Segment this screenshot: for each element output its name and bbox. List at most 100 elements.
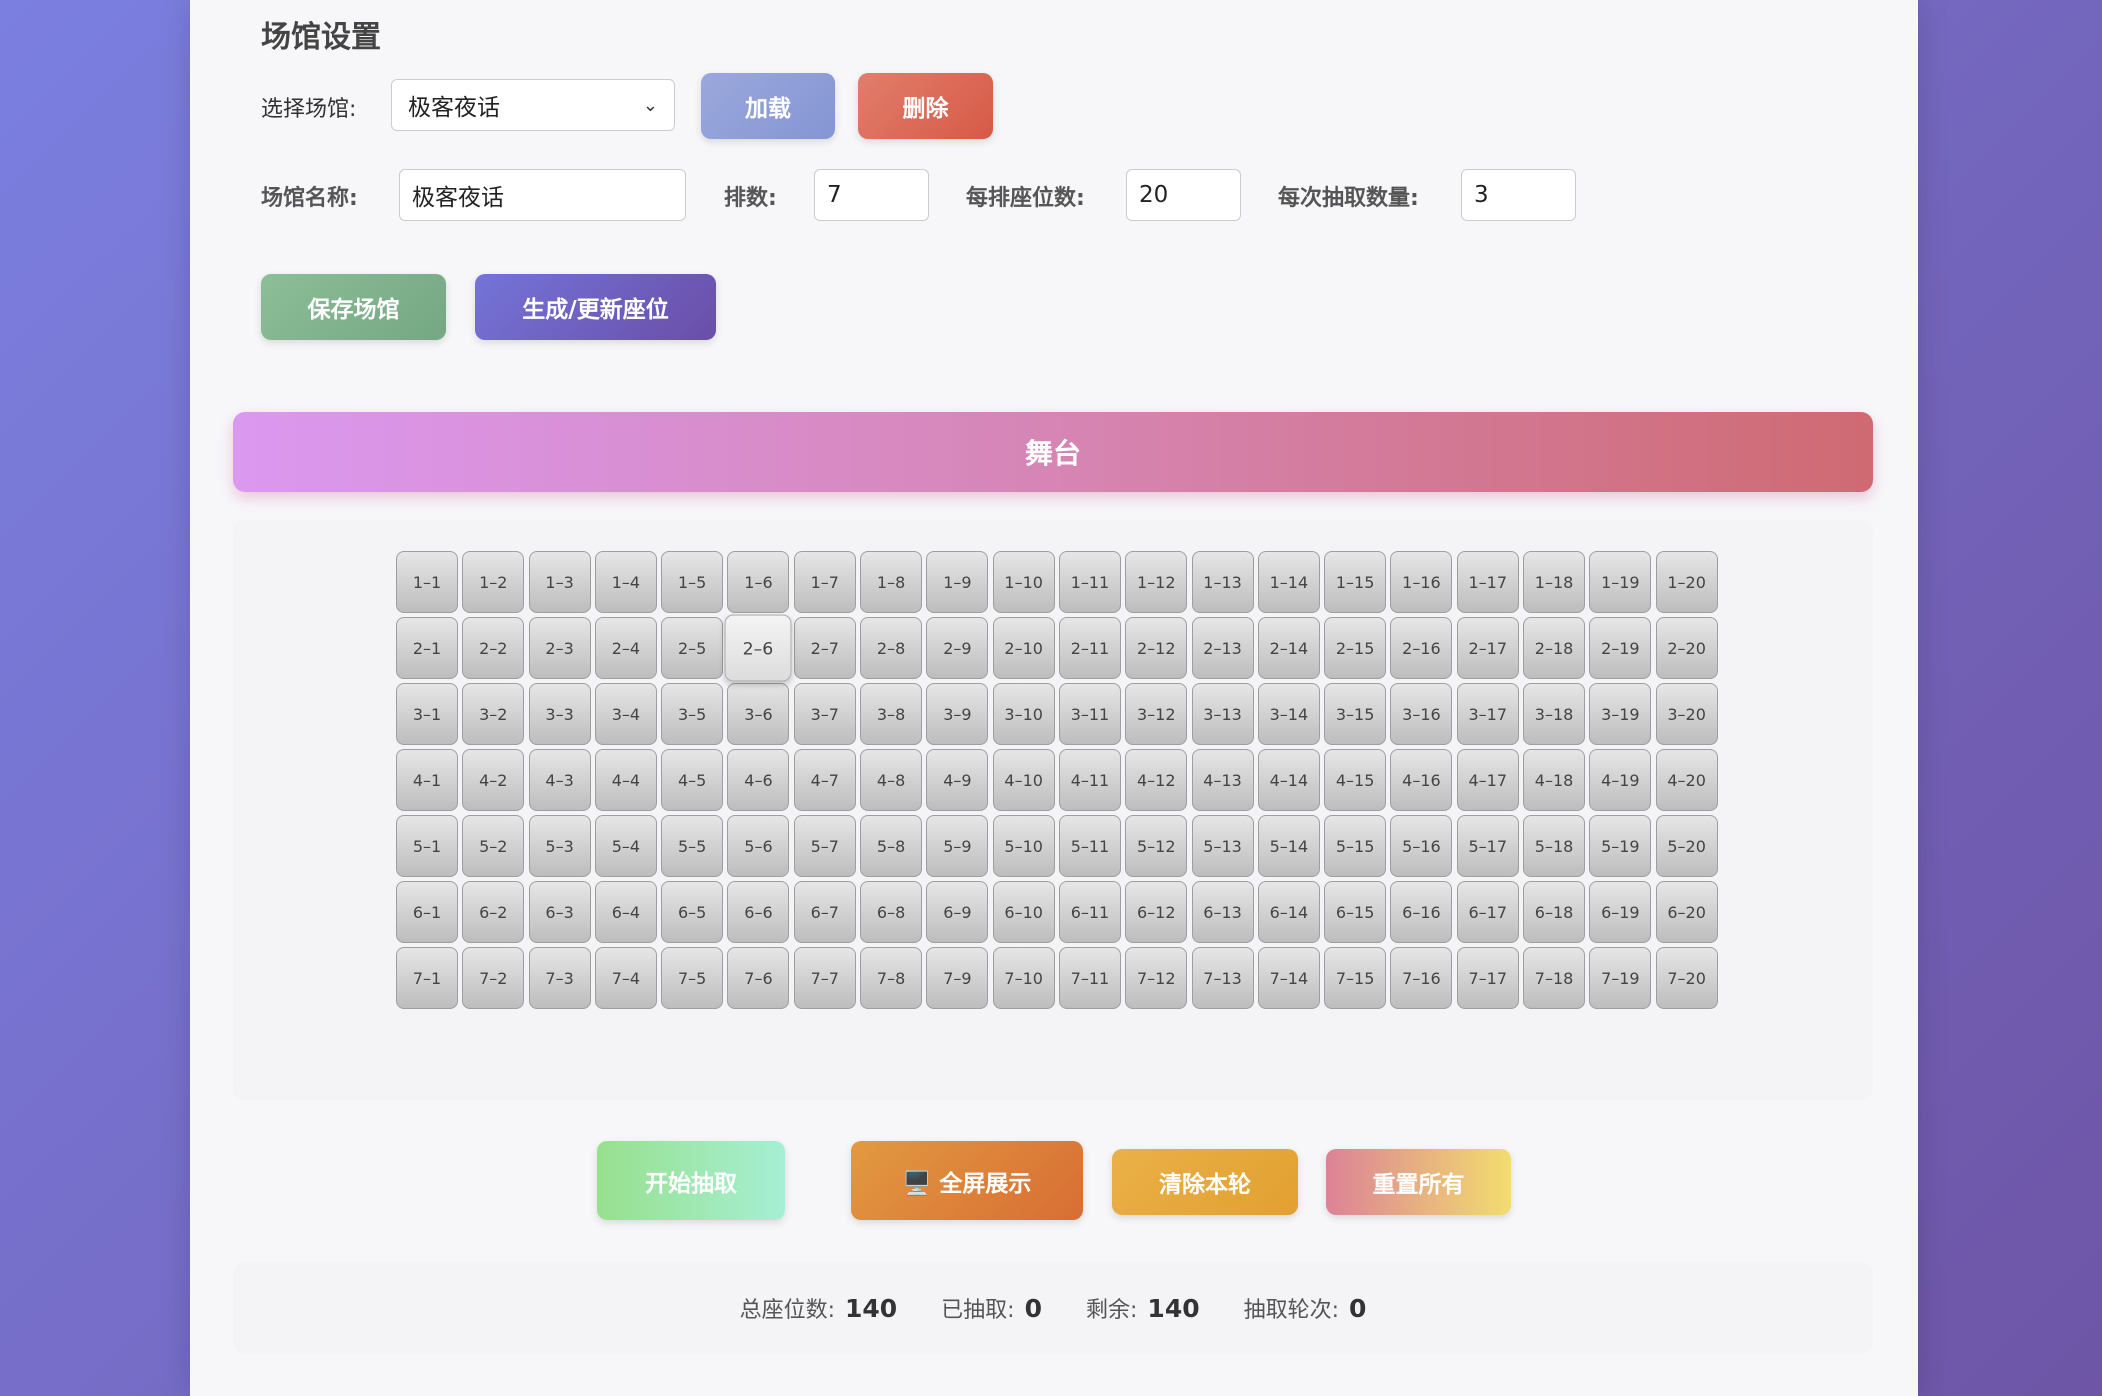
seat-6-6[interactable]: 6–6 [727,881,790,943]
seat-6-15[interactable]: 6–15 [1324,881,1387,943]
seat-6-19[interactable]: 6–19 [1589,881,1652,943]
seat-7-7[interactable]: 7–7 [793,947,856,1009]
generate-seats-button[interactable]: 生成/更新座位 [475,274,716,340]
seat-4-11[interactable]: 4–11 [1058,749,1121,811]
seat-5-5[interactable]: 5–5 [661,815,724,877]
seat-1-5[interactable]: 1–5 [661,551,724,613]
seat-7-20[interactable]: 7–20 [1655,947,1718,1009]
seat-7-6[interactable]: 7–6 [727,947,790,1009]
start-draw-button[interactable]: 开始抽取 [597,1141,785,1220]
seat-2-18[interactable]: 2–18 [1523,617,1586,679]
seat-5-14[interactable]: 5–14 [1257,815,1320,877]
seat-5-19[interactable]: 5–19 [1589,815,1652,877]
seat-4-15[interactable]: 4–15 [1324,749,1387,811]
seat-7-12[interactable]: 7–12 [1125,947,1188,1009]
seat-7-14[interactable]: 7–14 [1257,947,1320,1009]
seat-1-2[interactable]: 1–2 [462,551,525,613]
seat-5-9[interactable]: 5–9 [926,815,989,877]
seat-3-20[interactable]: 3–20 [1655,683,1718,745]
seat-3-10[interactable]: 3–10 [992,683,1055,745]
seat-3-17[interactable]: 3–17 [1456,683,1519,745]
seat-3-3[interactable]: 3–3 [528,683,591,745]
clear-round-button[interactable]: 清除本轮 [1112,1149,1298,1215]
seat-5-12[interactable]: 5–12 [1125,815,1188,877]
save-venue-button[interactable]: 保存场馆 [261,274,446,340]
venue-name-input[interactable]: 极客夜话 [399,169,686,221]
draw-count-input[interactable]: 3 [1461,169,1576,221]
seat-5-20[interactable]: 5–20 [1655,815,1718,877]
seat-3-19[interactable]: 3–19 [1589,683,1652,745]
seat-1-14[interactable]: 1–14 [1257,551,1320,613]
seat-4-5[interactable]: 4–5 [661,749,724,811]
seat-1-12[interactable]: 1–12 [1125,551,1188,613]
seat-4-18[interactable]: 4–18 [1523,749,1586,811]
delete-button[interactable]: 删除 [858,73,993,139]
seat-7-8[interactable]: 7–8 [860,947,923,1009]
seat-3-8[interactable]: 3–8 [860,683,923,745]
seat-7-4[interactable]: 7–4 [594,947,657,1009]
seat-4-2[interactable]: 4–2 [462,749,525,811]
seat-1-6[interactable]: 1–6 [727,551,790,613]
seat-7-13[interactable]: 7–13 [1191,947,1254,1009]
seat-4-14[interactable]: 4–14 [1257,749,1320,811]
seat-4-3[interactable]: 4–3 [528,749,591,811]
seat-5-17[interactable]: 5–17 [1456,815,1519,877]
fullscreen-button[interactable]: 🖥️ 全屏展示 [851,1141,1083,1220]
seat-2-14[interactable]: 2–14 [1257,617,1320,679]
seat-6-18[interactable]: 6–18 [1523,881,1586,943]
seat-6-9[interactable]: 6–9 [926,881,989,943]
seat-6-5[interactable]: 6–5 [661,881,724,943]
seat-2-2[interactable]: 2–2 [462,617,525,679]
seat-3-6[interactable]: 3–6 [727,683,790,745]
seat-1-15[interactable]: 1–15 [1324,551,1387,613]
seat-2-19[interactable]: 2–19 [1589,617,1652,679]
rows-input[interactable]: 7 [814,169,929,221]
seat-7-11[interactable]: 7–11 [1058,947,1121,1009]
seat-7-1[interactable]: 7–1 [396,947,458,1009]
seat-4-1[interactable]: 4–1 [396,749,458,811]
seat-5-13[interactable]: 5–13 [1191,815,1254,877]
seat-6-10[interactable]: 6–10 [992,881,1055,943]
seat-4-7[interactable]: 4–7 [793,749,856,811]
seat-4-8[interactable]: 4–8 [860,749,923,811]
seat-2-10[interactable]: 2–10 [992,617,1055,679]
seat-4-20[interactable]: 4–20 [1655,749,1718,811]
seat-2-4[interactable]: 2–4 [594,617,657,679]
seat-2-8[interactable]: 2–8 [860,617,923,679]
seat-5-15[interactable]: 5–15 [1324,815,1387,877]
seat-2-16[interactable]: 2–16 [1390,617,1453,679]
seat-4-4[interactable]: 4–4 [594,749,657,811]
seat-5-1[interactable]: 5–1 [396,815,458,877]
seat-3-15[interactable]: 3–15 [1324,683,1387,745]
seat-1-7[interactable]: 1–7 [793,551,856,613]
seat-2-11[interactable]: 2–11 [1058,617,1121,679]
seats-per-row-input[interactable]: 20 [1126,169,1241,221]
seat-2-15[interactable]: 2–15 [1324,617,1387,679]
seat-3-5[interactable]: 3–5 [661,683,724,745]
seat-6-14[interactable]: 6–14 [1257,881,1320,943]
seat-7-16[interactable]: 7–16 [1390,947,1453,1009]
seat-6-3[interactable]: 6–3 [528,881,591,943]
seat-3-14[interactable]: 3–14 [1257,683,1320,745]
seat-4-13[interactable]: 4–13 [1191,749,1254,811]
seat-1-19[interactable]: 1–19 [1589,551,1652,613]
seat-5-2[interactable]: 5–2 [462,815,525,877]
seat-6-16[interactable]: 6–16 [1390,881,1453,943]
load-button[interactable]: 加载 [701,73,835,139]
seat-1-18[interactable]: 1–18 [1523,551,1586,613]
seat-2-17[interactable]: 2–17 [1456,617,1519,679]
seat-5-4[interactable]: 5–4 [594,815,657,877]
seat-3-7[interactable]: 3–7 [793,683,856,745]
seat-5-10[interactable]: 5–10 [992,815,1055,877]
seat-7-5[interactable]: 7–5 [661,947,724,1009]
seat-7-9[interactable]: 7–9 [926,947,989,1009]
seat-4-10[interactable]: 4–10 [992,749,1055,811]
seat-3-13[interactable]: 3–13 [1191,683,1254,745]
seat-4-16[interactable]: 4–16 [1390,749,1453,811]
seat-1-9[interactable]: 1–9 [926,551,989,613]
seat-2-5[interactable]: 2–5 [661,617,724,679]
seat-5-6[interactable]: 5–6 [727,815,790,877]
seat-1-1[interactable]: 1–1 [396,551,458,613]
seat-2-20[interactable]: 2–20 [1655,617,1718,679]
seat-7-19[interactable]: 7–19 [1589,947,1652,1009]
